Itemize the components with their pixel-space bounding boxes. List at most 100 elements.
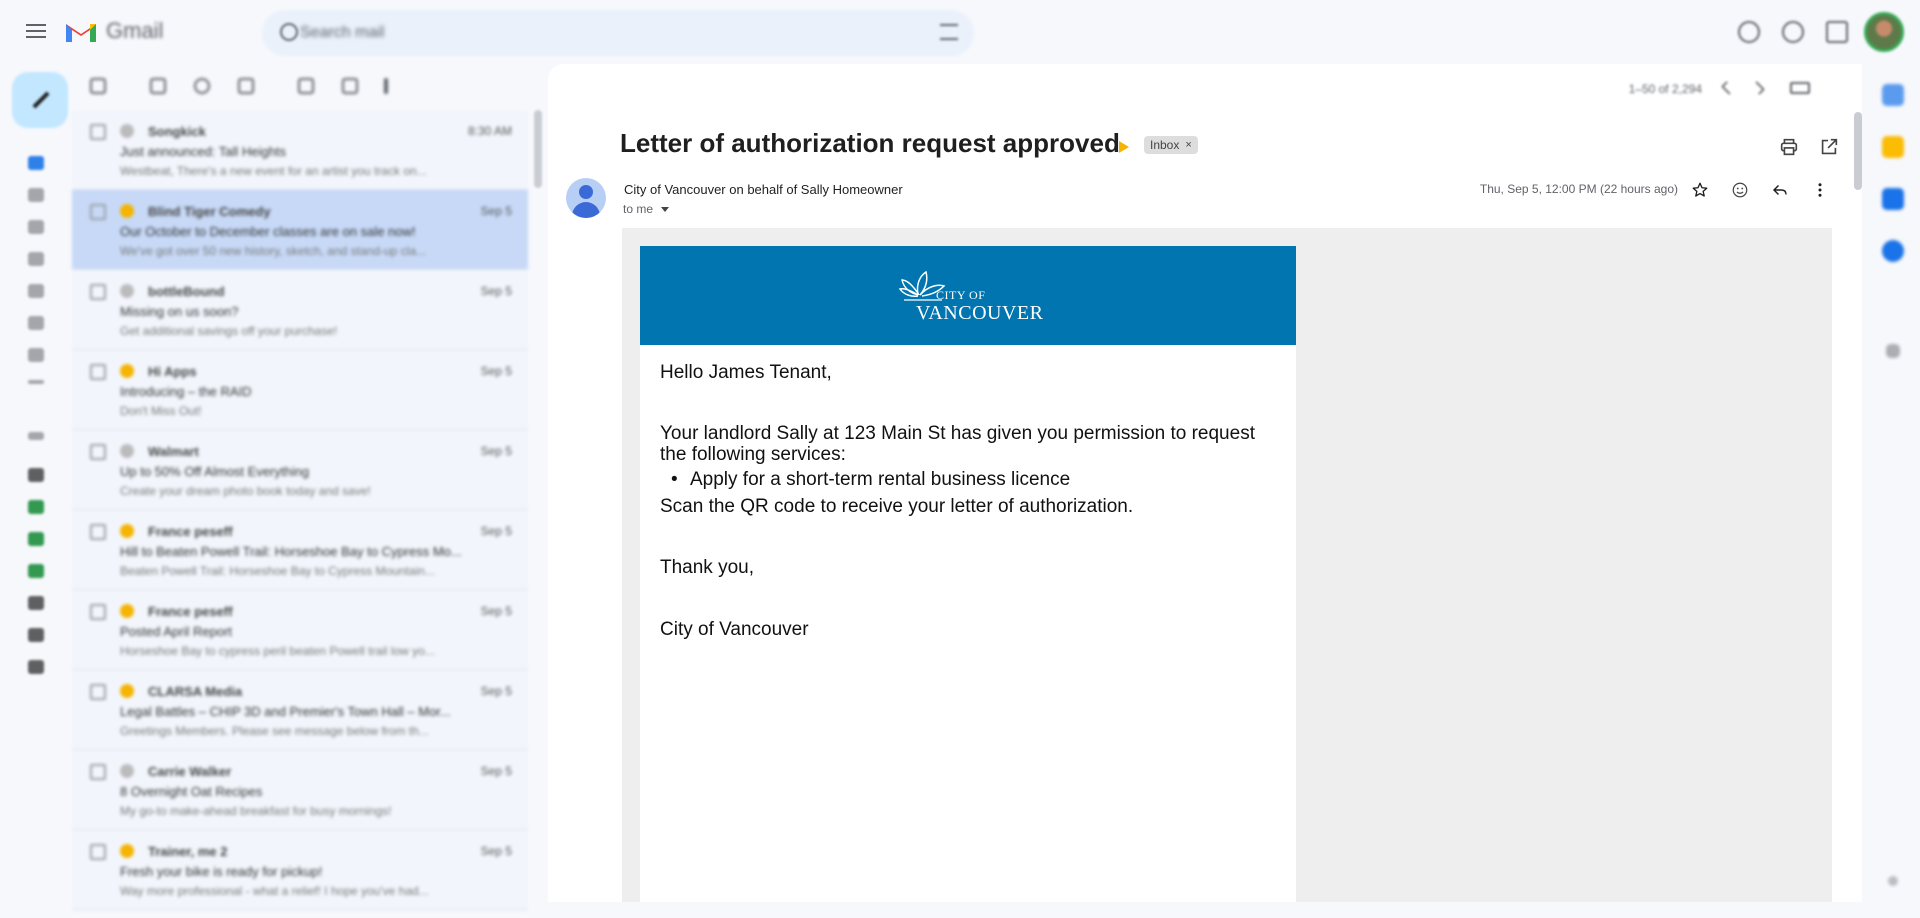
row-star-icon[interactable] (120, 524, 134, 538)
recipient-details[interactable]: to me (623, 202, 670, 216)
closing: Thank you, (660, 557, 754, 578)
starred-icon[interactable] (28, 188, 44, 202)
row-checkbox[interactable] (90, 764, 106, 780)
split-pane-icon[interactable] (1790, 82, 1810, 94)
signature: City of Vancouver (660, 619, 809, 640)
important-marker-icon[interactable] (1119, 141, 1129, 153)
help-icon[interactable] (1738, 21, 1760, 43)
settings-gear-icon[interactable] (1782, 21, 1804, 43)
more-chevron-icon[interactable] (28, 380, 44, 384)
row-date: Sep 5 (480, 444, 512, 458)
list-item[interactable]: bottleBound Sep 5 Missing on us soon? Get a… (72, 270, 528, 350)
move-to-icon[interactable] (342, 78, 358, 94)
list-item[interactable]: France peseff Sep 5 Hill to Beaten Powell … (72, 510, 528, 590)
contacts-icon[interactable] (1882, 240, 1904, 262)
row-sender: Hi Apps (148, 364, 197, 379)
row-checkbox[interactable] (90, 524, 106, 540)
row-checkbox[interactable] (90, 124, 106, 140)
tasks-icon[interactable] (1882, 188, 1904, 210)
row-star-icon[interactable] (120, 764, 134, 778)
drafts-icon[interactable] (28, 284, 44, 298)
row-checkbox[interactable] (90, 284, 106, 300)
row-subject: Just announced: Tall Heights (120, 144, 286, 159)
row-checkbox[interactable] (90, 604, 106, 620)
logo-city-of: CITY OF (936, 288, 986, 302)
reply-icon[interactable] (1768, 178, 1792, 202)
row-checkbox[interactable] (90, 364, 106, 380)
more-options-icon[interactable] (1808, 178, 1832, 202)
row-subject: 8 Overnight Oat Recipes (120, 784, 263, 799)
list-item[interactable]: France peseff Sep 5 Posted April Report Hor… (72, 590, 528, 670)
report-spam-icon[interactable] (194, 78, 210, 94)
apps-grid-icon[interactable] (1826, 21, 1848, 43)
search-bar[interactable]: Search mail (262, 10, 974, 56)
city-banner: CITY OF VANCOUVER (640, 246, 1296, 345)
chevron-down-icon[interactable] (661, 206, 670, 212)
print-icon[interactable] (1778, 136, 1800, 158)
delete-icon[interactable] (238, 78, 254, 94)
more-vert-icon[interactable] (384, 78, 388, 94)
account-avatar[interactable] (1864, 12, 1904, 52)
label-icon[interactable] (28, 628, 44, 642)
row-snippet: Beaten Powell Trail: Horseshoe Bay to Cy… (120, 564, 435, 578)
select-all-checkbox[interactable] (90, 78, 106, 94)
row-checkbox[interactable] (90, 204, 106, 220)
add-addon-icon[interactable] (1886, 344, 1900, 358)
search-icon[interactable] (280, 23, 298, 41)
service-item: Apply for a short-term rental business l… (660, 469, 1260, 490)
label-icon[interactable] (28, 660, 44, 674)
list-item[interactable]: Trainer, me 2 Sep 5 Fresh your bike is rea… (72, 830, 528, 910)
add-label-icon[interactable] (28, 432, 44, 440)
snoozed-icon[interactable] (28, 220, 44, 234)
search-options-icon[interactable] (940, 24, 958, 40)
trash-icon[interactable] (28, 348, 44, 362)
sent-icon[interactable] (28, 252, 44, 266)
sender-avatar[interactable] (566, 178, 606, 218)
label-green-icon[interactable] (28, 500, 44, 514)
row-checkbox[interactable] (90, 684, 106, 700)
list-item[interactable]: Carrie Walker Sep 5 8 Overnight Oat Recipe… (72, 750, 528, 830)
row-star-icon[interactable] (120, 284, 134, 298)
archive-icon[interactable] (150, 78, 166, 94)
row-checkbox[interactable] (90, 844, 106, 860)
mail-icon[interactable] (28, 156, 44, 170)
hide-panel-icon[interactable] (1888, 876, 1898, 886)
prev-page-icon[interactable] (1720, 80, 1736, 96)
list-item[interactable]: Walmart Sep 5 Up to 50% Off Almost Everyth… (72, 430, 528, 510)
label-green-icon[interactable] (28, 532, 44, 546)
label-green-icon[interactable] (28, 564, 44, 578)
open-in-new-icon[interactable] (1818, 136, 1840, 158)
label-icon[interactable] (28, 596, 44, 610)
row-star-icon[interactable] (120, 844, 134, 858)
sender-name[interactable]: City of Vancouver on behalf of Sally Hom… (624, 182, 903, 197)
next-page-icon[interactable] (1750, 80, 1766, 96)
list-item[interactable]: CLARSA Media Sep 5 Legal Battles – CHIP 3D… (72, 670, 528, 750)
main-menu-icon[interactable] (24, 20, 48, 44)
row-star-icon[interactable] (120, 204, 134, 218)
inbox-label-chip[interactable]: Inbox × (1144, 136, 1198, 154)
row-date: Sep 5 (480, 604, 512, 618)
emoji-reaction-icon[interactable] (1728, 178, 1752, 202)
keep-icon[interactable] (1882, 136, 1904, 158)
list-item[interactable]: Blind Tiger Comedy Sep 5 Our October to De… (72, 190, 528, 270)
list-item[interactable]: Hi Apps Sep 5 Introducing – the RAID Don't … (72, 350, 528, 430)
row-star-icon[interactable] (120, 604, 134, 618)
row-sender: Trainer, me 2 (148, 844, 228, 859)
star-icon[interactable] (1688, 178, 1712, 202)
list-scrollbar[interactable] (534, 110, 542, 188)
remove-label-icon[interactable]: × (1185, 139, 1191, 151)
row-checkbox[interactable] (90, 444, 106, 460)
gmail-logo[interactable]: Gmail (64, 18, 163, 44)
compose-button[interactable] (12, 72, 68, 128)
row-star-icon[interactable] (120, 364, 134, 378)
search-placeholder[interactable]: Search mail (300, 24, 384, 42)
label-icon[interactable] (28, 468, 44, 482)
row-star-icon[interactable] (120, 444, 134, 458)
row-star-icon[interactable] (120, 684, 134, 698)
calendar-icon[interactable] (1882, 84, 1904, 106)
row-star-icon[interactable] (120, 124, 134, 138)
purchases-icon[interactable] (28, 316, 44, 330)
mark-unread-icon[interactable] (298, 78, 314, 94)
list-item[interactable]: Songkick 8:30 AM Just announced: Tall Heig… (72, 110, 528, 190)
pane-scrollbar[interactable] (1854, 112, 1862, 190)
